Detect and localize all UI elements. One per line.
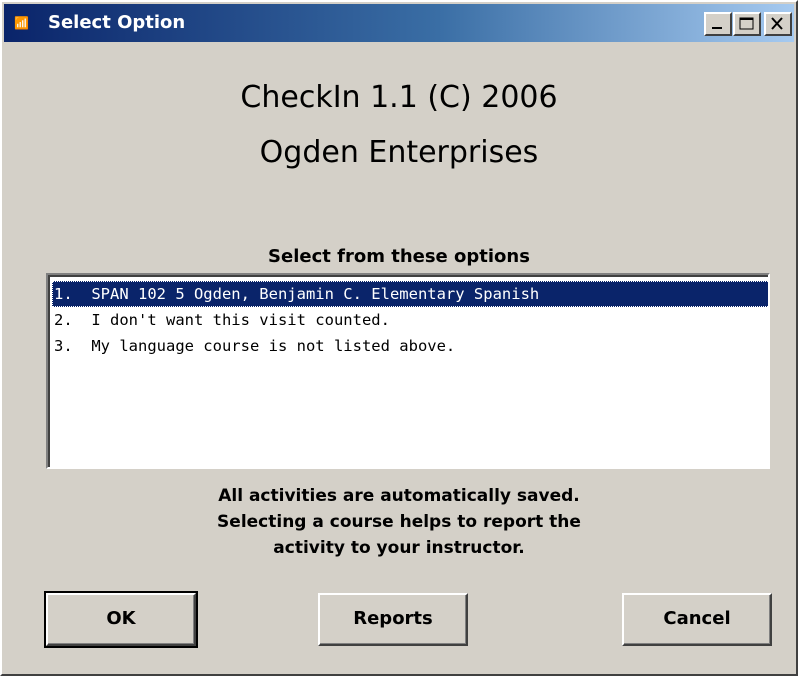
list-item-option-3[interactable]: 3. My language course is not listed abov… [52,333,768,359]
maximize-button[interactable] [733,12,761,36]
minimize-icon [712,27,722,29]
list-item-option-1[interactable]: 1. SPAN 102 5 Ogden, Benjamin C. Element… [52,281,768,307]
app-version-heading: CheckIn 1.1 (C) 2006 [240,80,558,115]
window-title: Select Option [48,12,186,33]
select-option-dialog: 📶 Select Option CheckIn 1.1 (C) 2006 Ogd… [0,0,798,676]
options-list: 1. SPAN 102 5 Ogden, Benjamin C. Element… [48,275,768,467]
list-item-option-2[interactable]: 2. I don't want this visit counted. [52,307,768,333]
info-line-1: All activities are automatically saved. [218,486,580,506]
maximize-icon [739,17,754,30]
options-label: Select from these options [268,246,530,267]
cancel-button[interactable]: Cancel [622,593,772,646]
reports-button[interactable]: Reports [318,593,468,646]
app-icon: 📶 [14,16,29,30]
ok-button[interactable]: OK [44,591,198,648]
options-listbox[interactable]: 1. SPAN 102 5 Ogden, Benjamin C. Element… [46,273,770,469]
close-button[interactable] [764,12,792,36]
title-bar[interactable]: 📶 Select Option [4,4,794,42]
company-heading: Ogden Enterprises [259,135,539,170]
info-line-3: activity to your instructor. [273,538,525,558]
minimize-button[interactable] [704,12,732,36]
info-line-2: Selecting a course helps to report the [217,512,581,532]
close-icon [771,17,783,30]
